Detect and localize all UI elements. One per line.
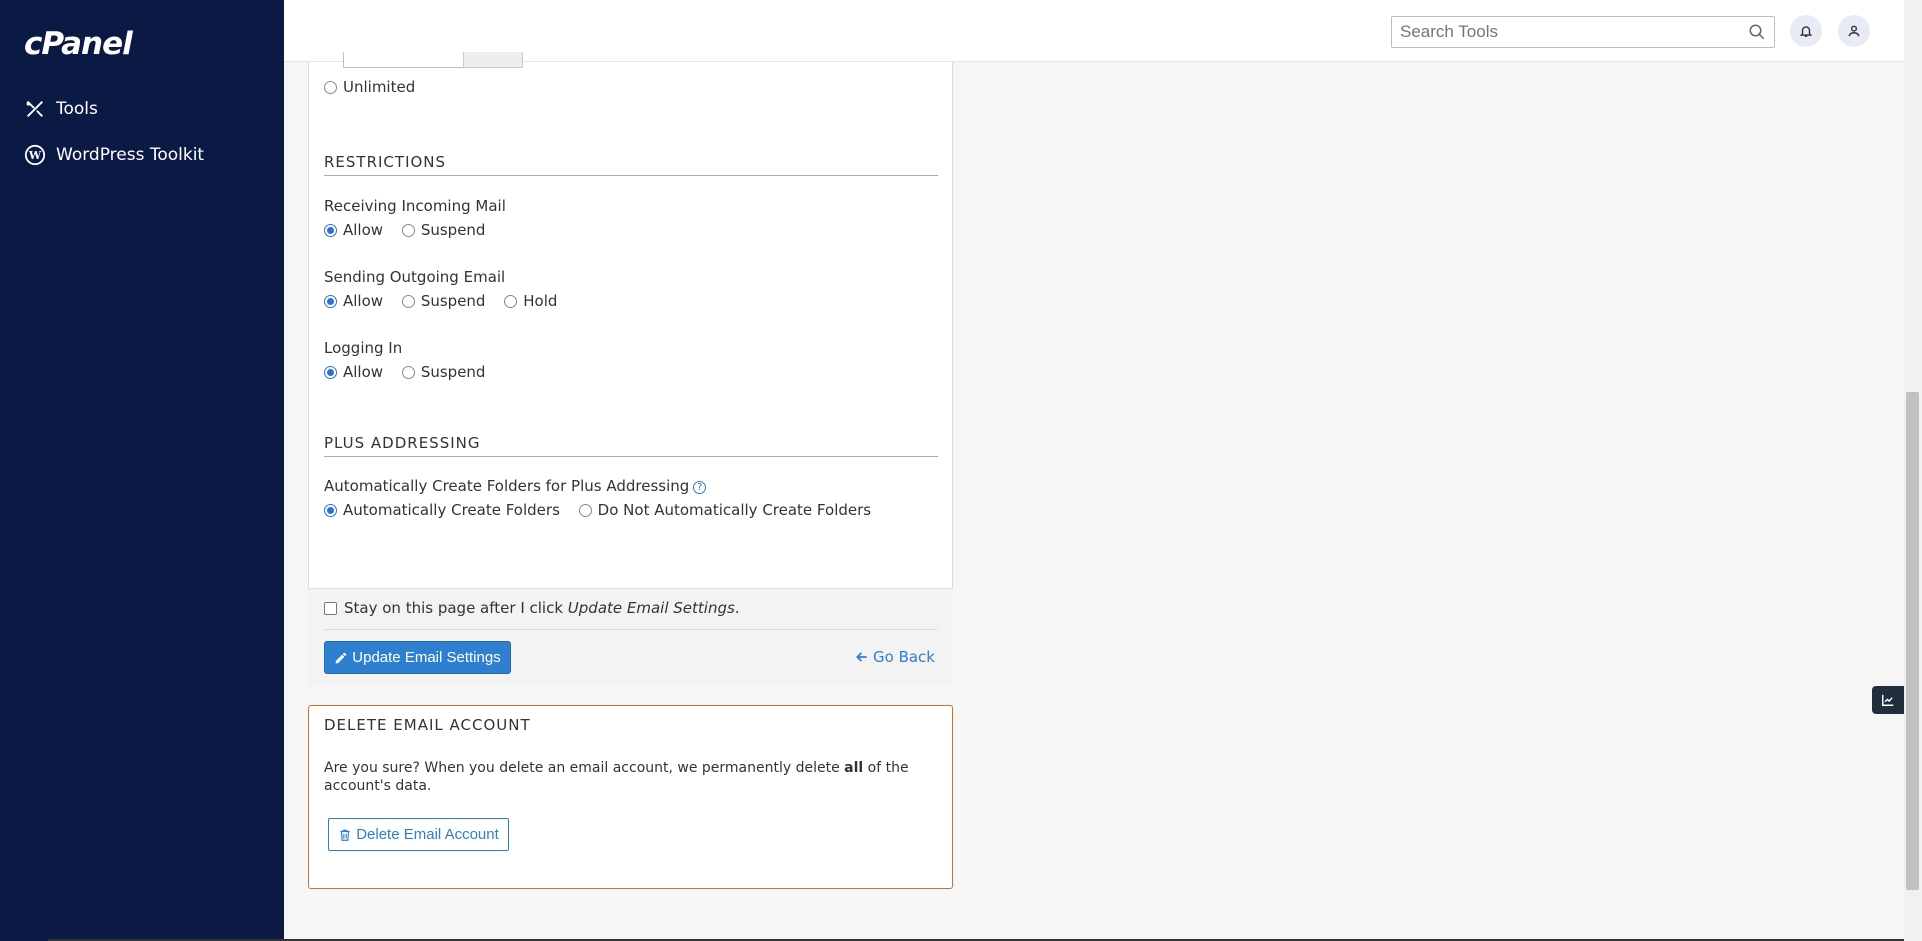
sidebar-item-label: Tools (56, 99, 98, 119)
sidebar-item-tools[interactable]: Tools (24, 98, 98, 120)
button-label: Delete Email Account (356, 826, 499, 843)
radio-dot[interactable] (401, 365, 415, 379)
radio-dot[interactable] (324, 365, 337, 379)
divider (324, 456, 938, 457)
incoming-mail-label: Receiving Incoming Mail (324, 197, 506, 215)
login-suspend-radio[interactable]: Suspend (401, 363, 486, 381)
sidebar-item-label: WordPress Toolkit (56, 145, 205, 165)
radio-dot[interactable] (324, 503, 337, 517)
logging-in-options: Allow Suspend (324, 363, 499, 383)
plus-addressing-label-text: Automatically Create Folders for Plus Ad… (324, 477, 690, 495)
radio-dot[interactable] (504, 294, 518, 308)
sidebar-item-wordpress-toolkit[interactable]: W WordPress Toolkit (24, 144, 204, 166)
radio-label: Allow (343, 363, 384, 381)
stay-end: . (734, 599, 740, 617)
radio-label: Automatically Create Folders (343, 501, 560, 519)
radio-dot[interactable] (401, 294, 415, 308)
wordpress-icon: W (24, 144, 46, 166)
radio-label: Hold (523, 292, 558, 310)
divider (324, 629, 938, 630)
radio-dot[interactable] (324, 80, 337, 94)
help-icon[interactable]: ? (693, 481, 707, 494)
stay-text: Stay on this page after I click (344, 599, 568, 617)
outgoing-email-label: Sending Outgoing Email (324, 268, 506, 286)
outgoing-suspend-radio[interactable]: Suspend (401, 292, 486, 310)
user-menu-button[interactable] (1838, 15, 1870, 47)
incoming-allow-radio[interactable]: Allow (324, 221, 383, 239)
quota-unlimited-radio[interactable]: Unlimited (324, 78, 415, 96)
button-label: Update Email Settings (352, 649, 501, 666)
radio-label: Do Not Automatically Create Folders (597, 501, 872, 519)
incoming-suspend-radio[interactable]: Suspend (401, 221, 486, 239)
notifications-button[interactable] (1790, 15, 1822, 47)
radio-label: Unlimited (343, 78, 416, 96)
tools-icon (26, 101, 43, 117)
link-label: Go Back (873, 648, 935, 666)
delete-account-title: DELETE EMAIL ACCOUNT (324, 716, 531, 734)
search-box (1391, 16, 1775, 48)
go-back-link[interactable]: Go Back (855, 648, 935, 666)
outgoing-allow-radio[interactable]: Allow (324, 292, 383, 310)
incoming-mail-options: Allow Suspend (324, 221, 499, 241)
radio-label: Suspend (420, 221, 486, 239)
radio-label: Suspend (420, 363, 486, 381)
stats-toggle-button[interactable] (1872, 686, 1904, 714)
plus-addressing-label: Automatically Create Folders for Plus Ad… (324, 477, 707, 495)
auto-create-folders-radio[interactable]: Automatically Create Folders (324, 501, 560, 519)
logging-in-label: Logging In (324, 339, 403, 357)
cpanel-logo[interactable]: cPanel (24, 26, 133, 62)
top-bar (284, 0, 1904, 62)
radio-dot[interactable] (578, 503, 592, 517)
chart-icon (1882, 694, 1894, 706)
no-auto-create-folders-radio[interactable]: Do Not Automatically Create Folders (578, 501, 872, 519)
outgoing-email-options: Allow Suspend Hold (324, 292, 571, 312)
search-icon[interactable] (1748, 23, 1766, 41)
user-icon (1848, 25, 1860, 37)
stay-on-page-label: Stay on this page after I click Update E… (344, 599, 740, 617)
search-input[interactable] (1392, 17, 1732, 47)
plus-addressing-title: PLUS ADDRESSING (324, 434, 481, 452)
quota-unit-remnant (463, 52, 523, 68)
radio-label: Suspend (420, 292, 486, 310)
radio-dot[interactable] (324, 294, 337, 308)
radio-label: Allow (343, 221, 384, 239)
delete-warning-text: Are you sure? When you delete an email a… (324, 759, 939, 795)
radio-dot[interactable] (401, 223, 415, 237)
page-scrollbar-thumb[interactable] (1906, 392, 1919, 890)
radio-dot[interactable] (324, 223, 337, 237)
outgoing-hold-radio[interactable]: Hold (504, 292, 557, 310)
update-email-settings-button[interactable]: Update Email Settings (324, 641, 511, 674)
restrictions-title: RESTRICTIONS (324, 153, 447, 171)
stay-emphasis: Update Email Settings (567, 599, 735, 617)
sidebar: cPanel Tools W WordPress Toolkit (0, 0, 284, 941)
plus-addressing-options: Automatically Create Folders Do Not Auto… (324, 501, 885, 521)
warning-text-bold: all (844, 760, 864, 776)
pencil-icon (336, 652, 347, 663)
stay-on-page-checkbox[interactable] (324, 602, 337, 615)
login-allow-radio[interactable]: Allow (324, 363, 383, 381)
svg-text:W: W (28, 149, 42, 162)
radio-label: Allow (343, 292, 384, 310)
bell-icon (1799, 26, 1813, 37)
delete-email-account-button[interactable]: Delete Email Account (328, 818, 509, 851)
arrow-left-icon (856, 652, 867, 662)
trash-icon (340, 829, 350, 841)
warning-text-before: Are you sure? When you delete an email a… (324, 760, 845, 776)
divider (324, 175, 938, 176)
